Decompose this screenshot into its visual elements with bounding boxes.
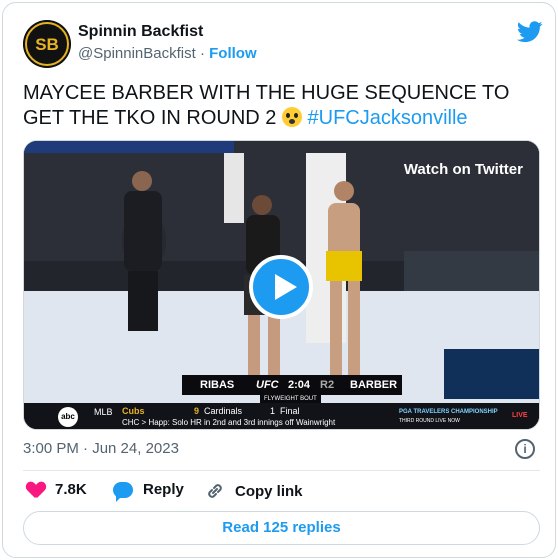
ticker-score1: 9: [194, 406, 200, 416]
watch-on-twitter-label[interactable]: Watch on Twitter: [404, 161, 523, 178]
reply-button[interactable]: Reply: [113, 481, 184, 502]
tweet-header: SB Spinnin Backfist @SpinninBackfist · F…: [23, 20, 543, 68]
ticker-status: Final: [280, 406, 300, 416]
ticker-live: LIVE: [512, 412, 528, 419]
like-button[interactable]: 7.8K: [27, 481, 87, 498]
author-name[interactable]: Spinnin Backfist: [78, 23, 203, 41]
ufc-brand: UFC: [256, 379, 279, 391]
ticker-score2: 1: [270, 406, 276, 416]
fight-scoreboard: RIBAS UFC 2:04 R2 BARBER: [182, 375, 402, 395]
ticker-league: MLB: [94, 407, 113, 417]
ticker-right-text: PGA TRAVELERS CHAMPIONSHIP: [399, 409, 498, 415]
like-count: 7.8K: [55, 481, 87, 498]
ticker-right-sub: THIRD ROUND LIVE NOW: [399, 418, 460, 424]
tweet-card: SB Spinnin Backfist @SpinninBackfist · F…: [2, 2, 556, 558]
author-handle-line: @SpinninBackfist · Follow: [78, 45, 257, 62]
ticker-team2: Cardinals: [204, 406, 243, 416]
ticker-team1: Cubs: [122, 406, 145, 416]
fight-clock: 2:04: [288, 379, 311, 391]
link-icon: [208, 484, 222, 498]
fighter-left: RIBAS: [200, 379, 235, 391]
hashtag-link[interactable]: #UFCJacksonville: [308, 107, 468, 129]
read-replies-button[interactable]: Read 125 replies: [23, 511, 540, 545]
network-logo: abc: [58, 407, 78, 427]
sports-ticker: abc MLB Cubs 9 Cardinals 1 Final CHC > H…: [24, 403, 539, 429]
play-button-icon[interactable]: [249, 255, 313, 319]
fighter-right: BARBER: [350, 379, 398, 391]
divider: [23, 470, 540, 471]
follow-button[interactable]: Follow: [209, 45, 257, 62]
heart-icon: [27, 482, 45, 498]
video-player[interactable]: Watch on Twitter RIBAS UFC 2:04 R2 BARBE…: [23, 140, 540, 430]
spinnin-backfist-logo-icon: SB: [23, 20, 71, 68]
ticker-note: CHC > Happ: Solo HR in 2nd and 3rd innin…: [122, 418, 336, 427]
tweet-text: MAYCEE BARBER WITH THE HUGE SEQUENCE TO …: [23, 81, 543, 131]
svg-text:SB: SB: [35, 35, 59, 54]
reply-bubble-icon: [113, 481, 133, 502]
copy-link-button[interactable]: Copy link: [205, 481, 303, 501]
fight-round: R2: [320, 379, 335, 391]
action-bar: 7.8K Reply Copy link: [23, 481, 540, 502]
copy-link-label: Copy link: [235, 482, 303, 500]
flushed-face-emoji-icon: [281, 107, 302, 127]
author-handle[interactable]: @SpinninBackfist: [78, 45, 196, 62]
handle-separator: ·: [199, 45, 205, 62]
avatar[interactable]: SB: [23, 20, 71, 68]
tweet-timestamp[interactable]: 3:00 PM · Jun 24, 2023: [23, 440, 179, 457]
division-label: FLYWEIGHT BOUT: [260, 395, 321, 403]
twitter-bird-icon[interactable]: [517, 20, 543, 44]
info-icon[interactable]: i: [515, 439, 535, 459]
reply-label: Reply: [143, 481, 184, 498]
